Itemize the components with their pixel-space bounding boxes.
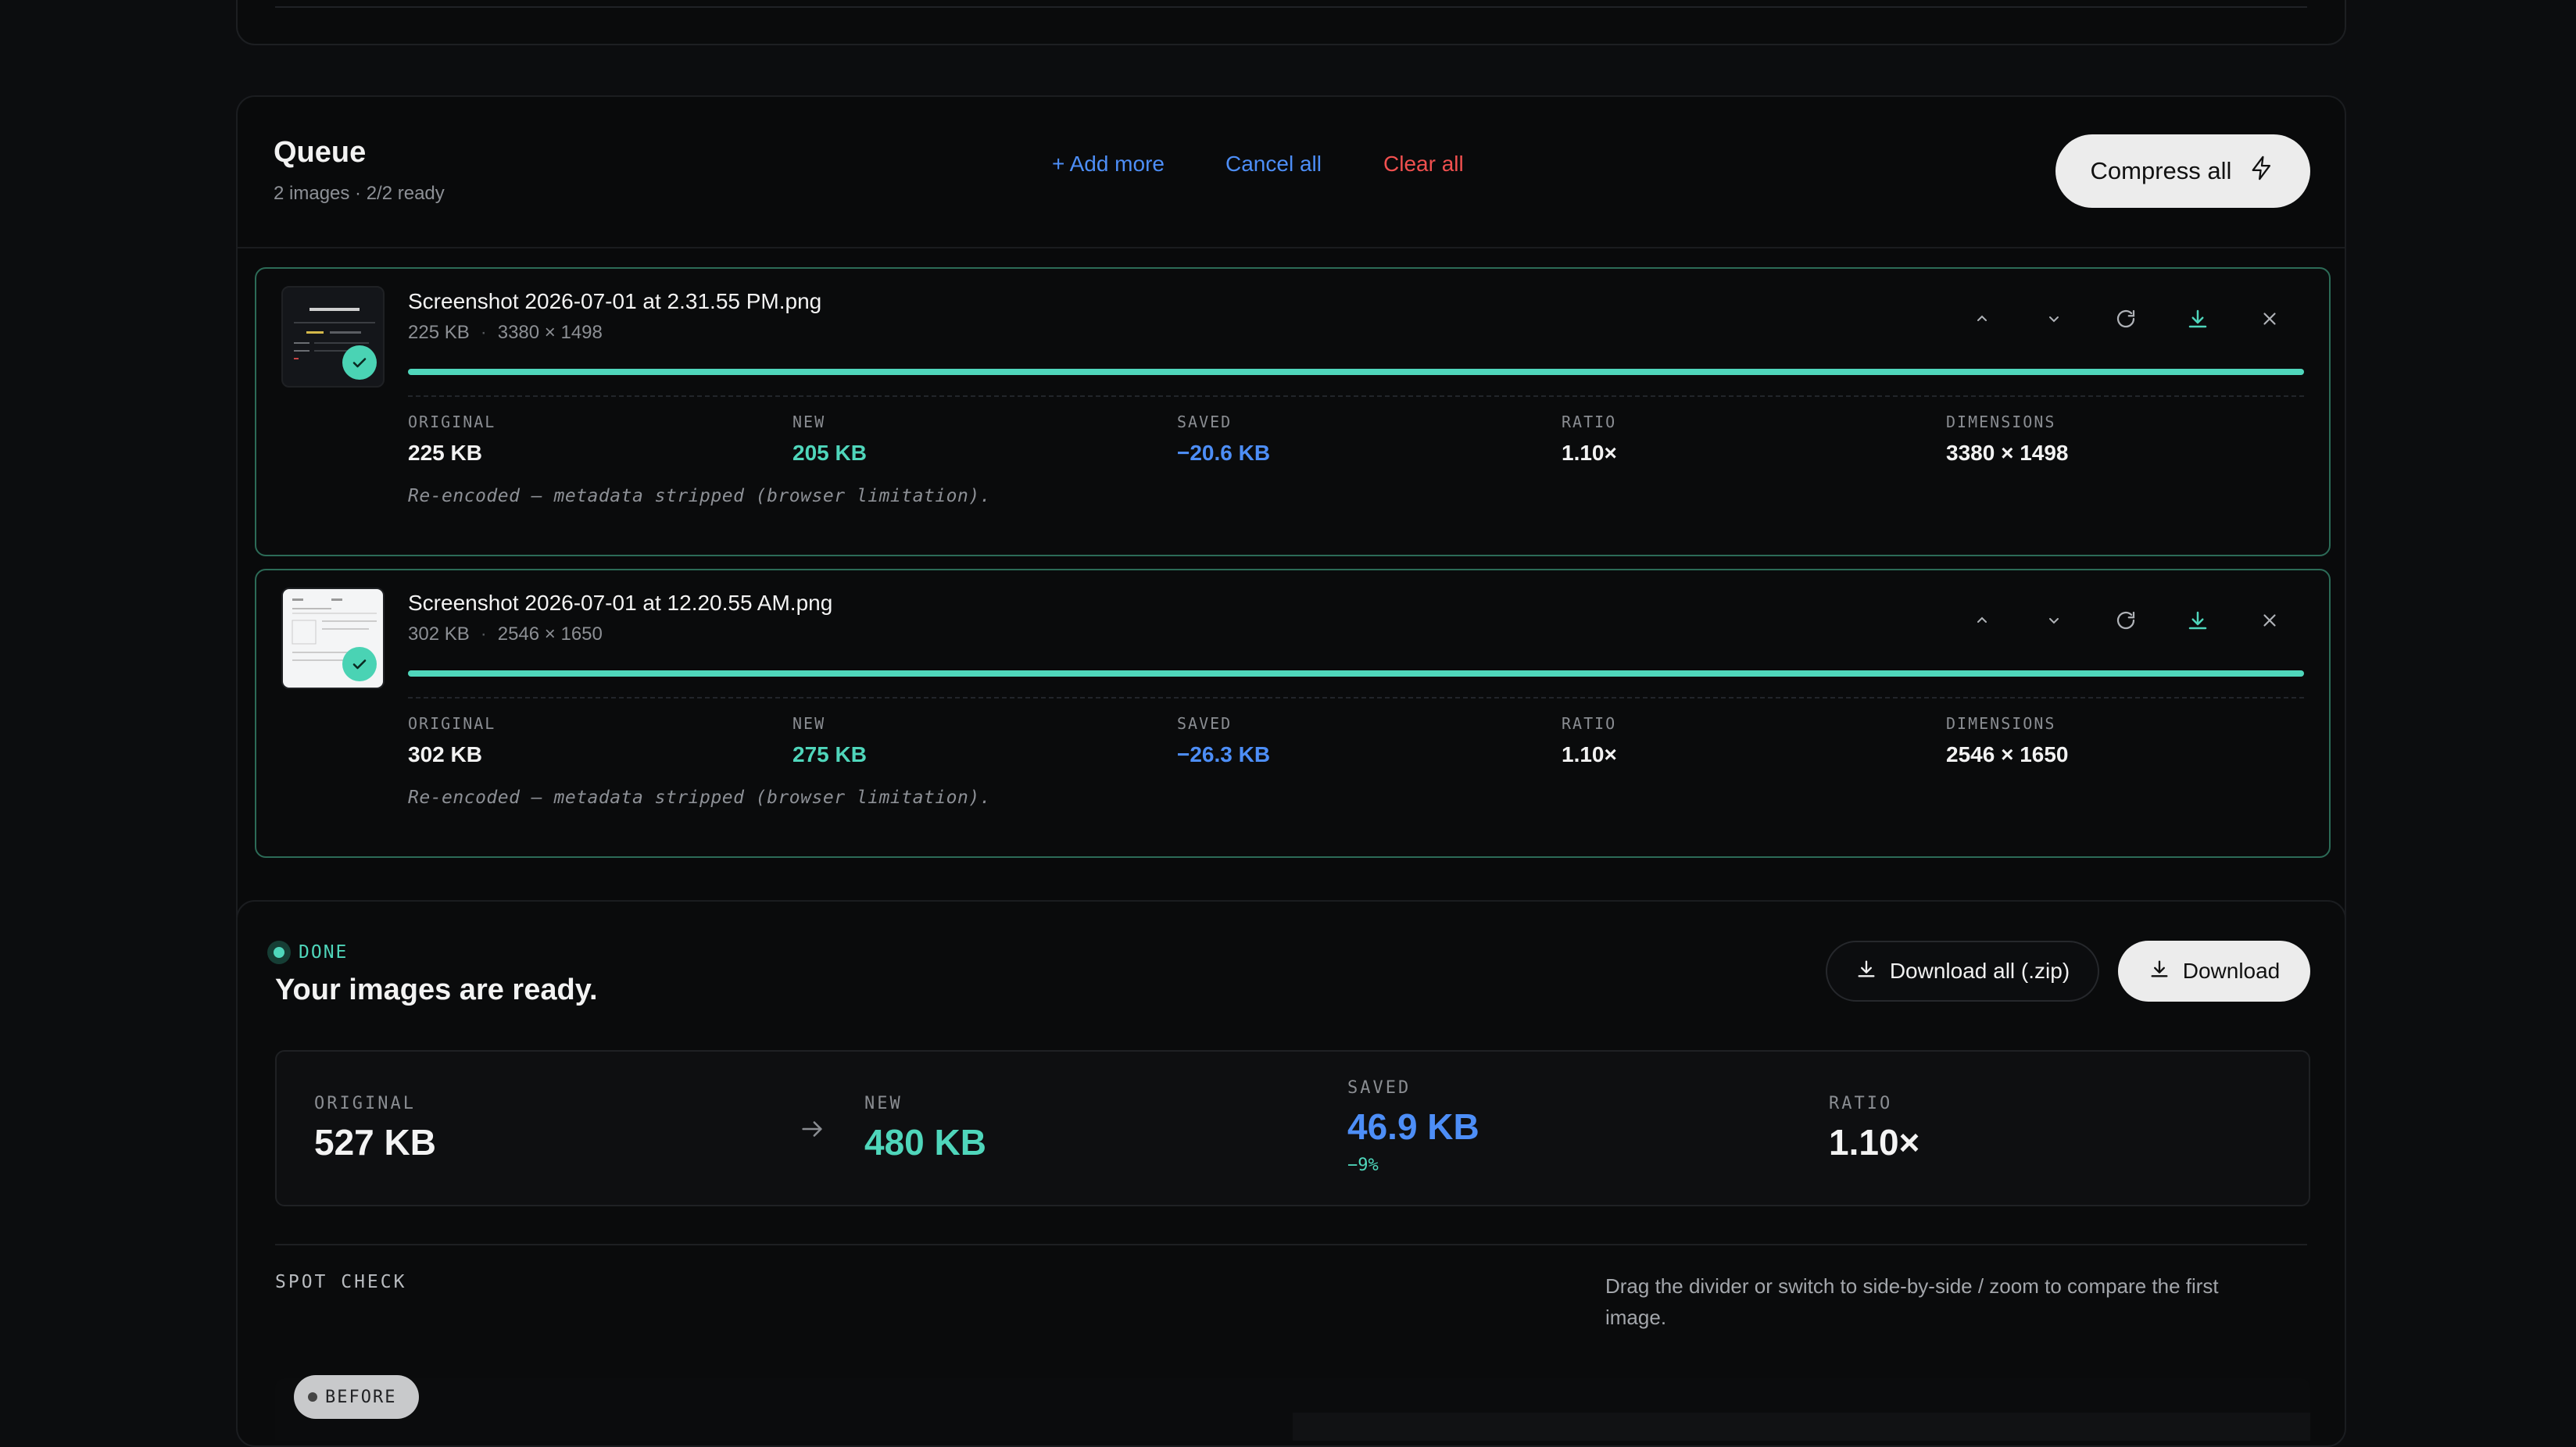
stat-saved: SAVED −26.3 KB	[1177, 714, 1271, 766]
cancel-all-link[interactable]: Cancel all	[1225, 152, 1322, 177]
stat-new: NEW 205 KB	[792, 413, 867, 465]
meta-separator: ·	[480, 623, 487, 645]
progress-bar	[408, 369, 2304, 375]
lightning-icon	[2249, 155, 2275, 188]
queue-item: Screenshot 2026-07-01 at 2.31.55 PM.png …	[255, 267, 2331, 556]
compare-viewer[interactable]	[275, 1378, 2310, 1441]
item-actions	[1968, 305, 2284, 333]
stat-ratio: RATIO 1.10×	[1562, 413, 1617, 465]
spot-check-label: SPOT CHECK	[275, 1272, 407, 1292]
item-note: Re-encoded — metadata stripped (browser …	[408, 486, 992, 506]
queue-header: Queue 2 images · 2/2 ready + Add more Ca…	[238, 97, 2345, 248]
queue-subtitle: 2 images · 2/2 ready	[274, 183, 445, 204]
file-meta: 225 KB · 3380 × 1498	[408, 322, 603, 344]
progress-fill	[408, 670, 2304, 677]
download-icon	[2148, 958, 2170, 985]
remove-icon[interactable]	[2256, 305, 2284, 333]
file-size: 302 KB	[408, 623, 470, 645]
file-name: Screenshot 2026-07-01 at 12.20.55 AM.png	[408, 591, 833, 615]
before-label: BEFORE	[325, 1387, 397, 1407]
download-button[interactable]: Download	[2118, 941, 2310, 1002]
move-down-icon[interactable]	[2040, 305, 2068, 333]
stat-new: NEW 275 KB	[792, 714, 867, 766]
download-icon[interactable]	[2184, 606, 2212, 634]
image-thumbnail	[281, 286, 385, 388]
image-thumbnail	[281, 588, 385, 689]
arrow-right-icon	[799, 1116, 825, 1146]
file-size: 225 KB	[408, 322, 470, 343]
section-divider	[275, 1244, 2307, 1245]
retry-icon[interactable]	[2112, 305, 2140, 333]
summary-ratio: RATIO 1.10×	[1829, 1094, 1920, 1163]
stat-saved: SAVED −20.6 KB	[1177, 413, 1271, 465]
results-panel: DONE Your images are ready. Download all…	[236, 900, 2346, 1447]
add-more-link[interactable]: + Add more	[1052, 152, 1165, 177]
summary-saved: SAVED 46.9 KB −9%	[1347, 1078, 1479, 1175]
previous-card	[236, 0, 2346, 45]
compress-all-button[interactable]: Compress all	[2055, 134, 2310, 208]
meta-separator: ·	[480, 322, 487, 343]
download-icon[interactable]	[2184, 305, 2212, 333]
dashed-divider	[408, 395, 2304, 397]
status-badge-label: DONE	[299, 942, 349, 963]
before-dot-icon	[308, 1392, 317, 1402]
stat-ratio: RATIO 1.10×	[1562, 714, 1617, 766]
spot-check-hint: Drag the divider or switch to side-by-si…	[1605, 1274, 2219, 1329]
download-zip-label: Download all (.zip)	[1889, 959, 2070, 983]
queue-title: Queue	[274, 136, 367, 169]
done-check-icon	[342, 345, 377, 380]
file-dimensions: 3380 × 1498	[497, 322, 603, 343]
summary-box: ORIGINAL 527 KB NEW 480 KB SAVED 46.9 KB…	[275, 1050, 2310, 1206]
file-dimensions: 2546 × 1650	[497, 623, 603, 645]
progress-bar	[408, 670, 2304, 677]
item-note: Re-encoded — metadata stripped (browser …	[408, 788, 992, 808]
stat-dimensions: DIMENSIONS 3380 × 1498	[1946, 413, 2069, 465]
stat-original: ORIGINAL 302 KB	[408, 714, 496, 766]
stat-original: ORIGINAL 225 KB	[408, 413, 496, 465]
clear-all-link[interactable]: Clear all	[1383, 152, 1464, 177]
download-label: Download	[2182, 959, 2281, 983]
compare-after-pane	[1293, 1413, 2310, 1441]
item-actions	[1968, 606, 2284, 634]
move-down-icon[interactable]	[2040, 606, 2068, 634]
summary-new: NEW 480 KB	[864, 1094, 986, 1163]
file-meta: 302 KB · 2546 × 1650	[408, 623, 603, 645]
status-badge: DONE	[267, 941, 348, 964]
move-up-icon[interactable]	[1968, 305, 1996, 333]
stat-dimensions: DIMENSIONS 2546 × 1650	[1946, 714, 2069, 766]
queue-panel: Queue 2 images · 2/2 ready + Add more Ca…	[236, 95, 2346, 955]
compress-all-label: Compress all	[2090, 157, 2232, 184]
summary-original: ORIGINAL 527 KB	[314, 1094, 436, 1163]
previous-card-divider	[275, 5, 2307, 8]
remove-icon[interactable]	[2256, 606, 2284, 634]
done-check-icon	[342, 647, 377, 681]
dashed-divider	[408, 697, 2304, 698]
progress-fill	[408, 369, 2304, 375]
download-zip-button[interactable]: Download all (.zip)	[1826, 941, 2099, 1002]
move-up-icon[interactable]	[1968, 606, 1996, 634]
file-name: Screenshot 2026-07-01 at 2.31.55 PM.png	[408, 289, 822, 313]
results-title: Your images are ready.	[275, 974, 598, 1006]
status-dot-icon	[267, 941, 291, 964]
queue-item: Screenshot 2026-07-01 at 12.20.55 AM.png…	[255, 569, 2331, 858]
before-label-pill: BEFORE	[294, 1375, 419, 1419]
retry-icon[interactable]	[2112, 606, 2140, 634]
download-icon	[1855, 958, 1877, 985]
